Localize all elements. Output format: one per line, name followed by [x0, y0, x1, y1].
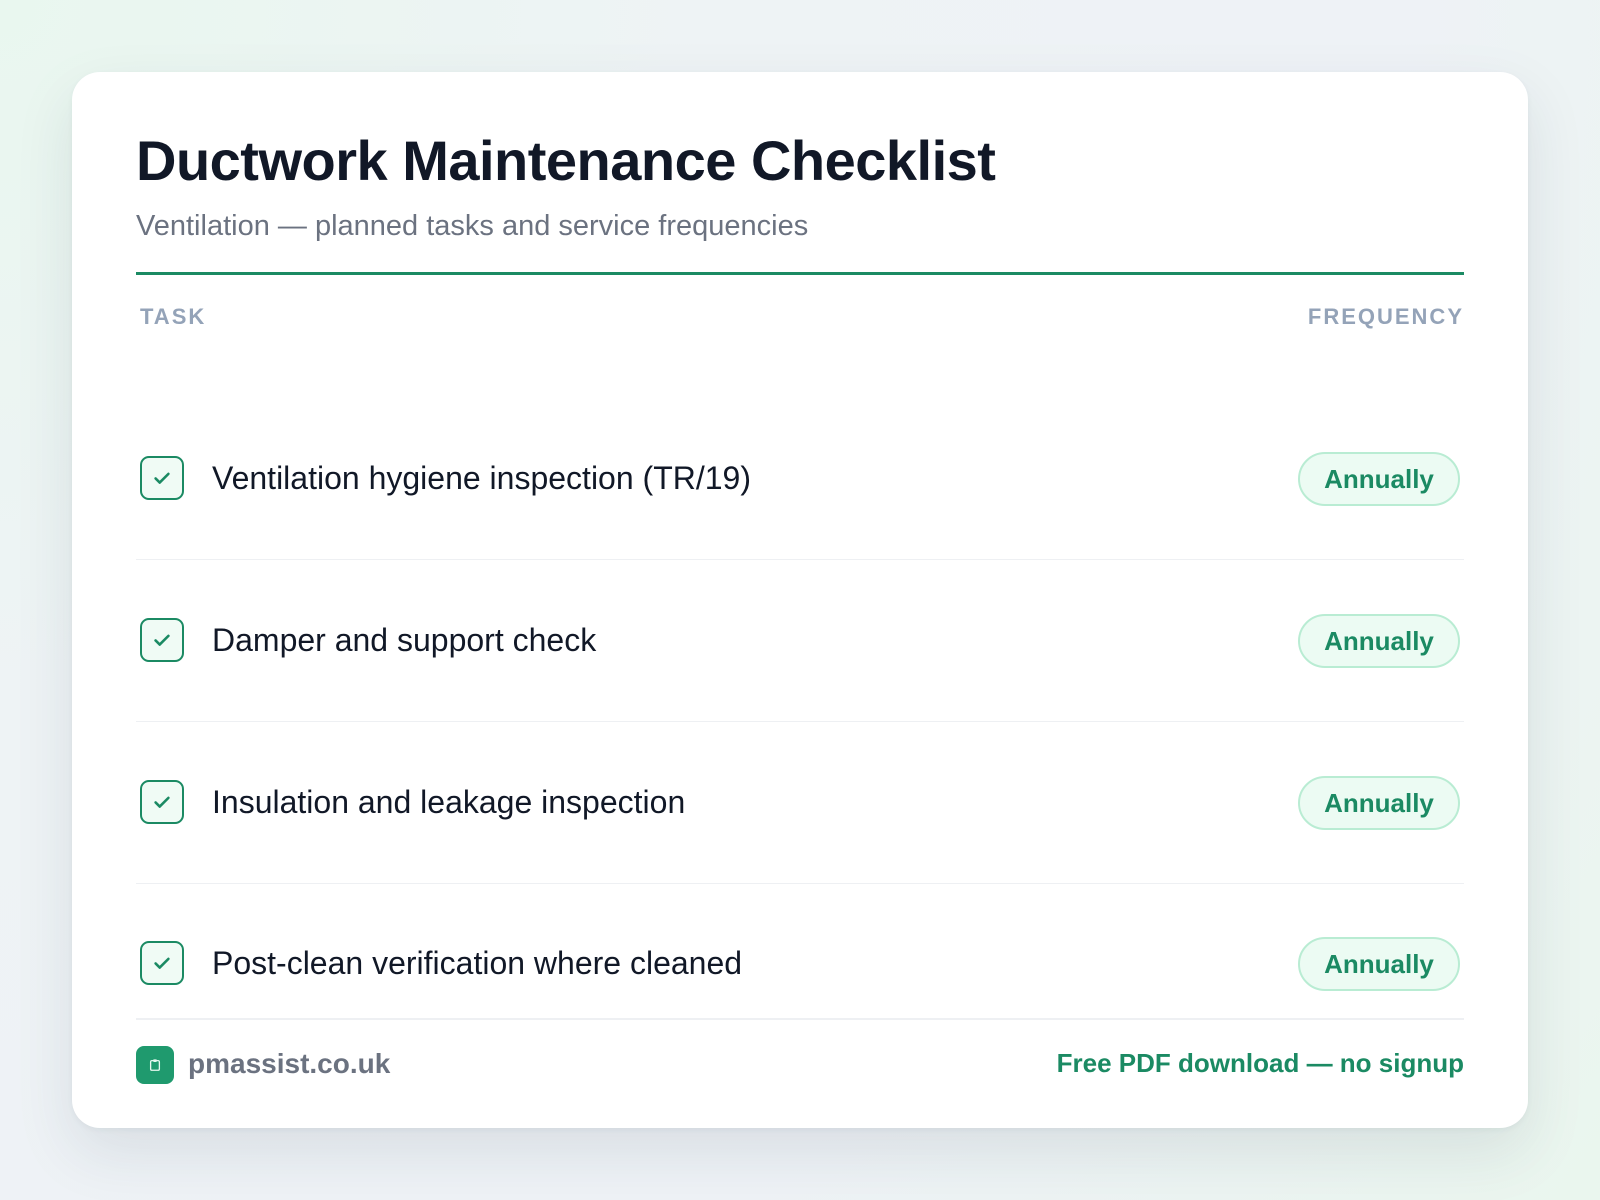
footer-divider: [136, 1018, 1464, 1020]
column-header-frequency: FREQUENCY: [1307, 304, 1464, 329]
frequency-badge: Annually: [1298, 776, 1460, 830]
task-row: Insulation and leakage inspection Annual…: [136, 722, 1464, 884]
task-label: Damper and support check: [212, 622, 597, 658]
task-checkbox[interactable]: [140, 941, 184, 985]
page-title: Ductwork Maintenance Checklist: [136, 129, 996, 192]
checkmark-icon: [154, 634, 170, 646]
checklist-card: Ductwork Maintenance Checklist Ventilati…: [72, 72, 1528, 1128]
task-label: Insulation and leakage inspection: [212, 784, 686, 820]
task-label: Post-clean verification where cleaned: [212, 945, 743, 981]
frequency-badge: Annually: [1298, 452, 1460, 506]
clipboard-logo-icon: [136, 1046, 174, 1084]
page-subtitle: Ventilation — planned tasks and service …: [136, 210, 809, 242]
frequency-badge: Annually: [1298, 937, 1460, 991]
header-divider: [136, 272, 1464, 275]
task-row: Damper and support check Annually: [136, 560, 1464, 722]
task-row: Post-clean verification where cleaned An…: [136, 883, 1464, 1045]
task-checkbox[interactable]: [140, 618, 184, 662]
task-row: Ventilation hygiene inspection (TR/19) A…: [136, 398, 1464, 560]
task-label: Ventilation hygiene inspection (TR/19): [212, 460, 751, 496]
checkmark-icon: [154, 957, 170, 969]
site-link[interactable]: pmassist.co.uk: [188, 1048, 390, 1080]
task-checkbox[interactable]: [140, 456, 184, 500]
download-cta-link[interactable]: Free PDF download — no signup: [1057, 1048, 1464, 1079]
frequency-badge: Annually: [1298, 614, 1460, 668]
task-checkbox[interactable]: [140, 780, 184, 824]
checkmark-icon: [154, 796, 170, 808]
column-header-task: TASK: [140, 304, 207, 329]
checkmark-icon: [154, 472, 170, 484]
